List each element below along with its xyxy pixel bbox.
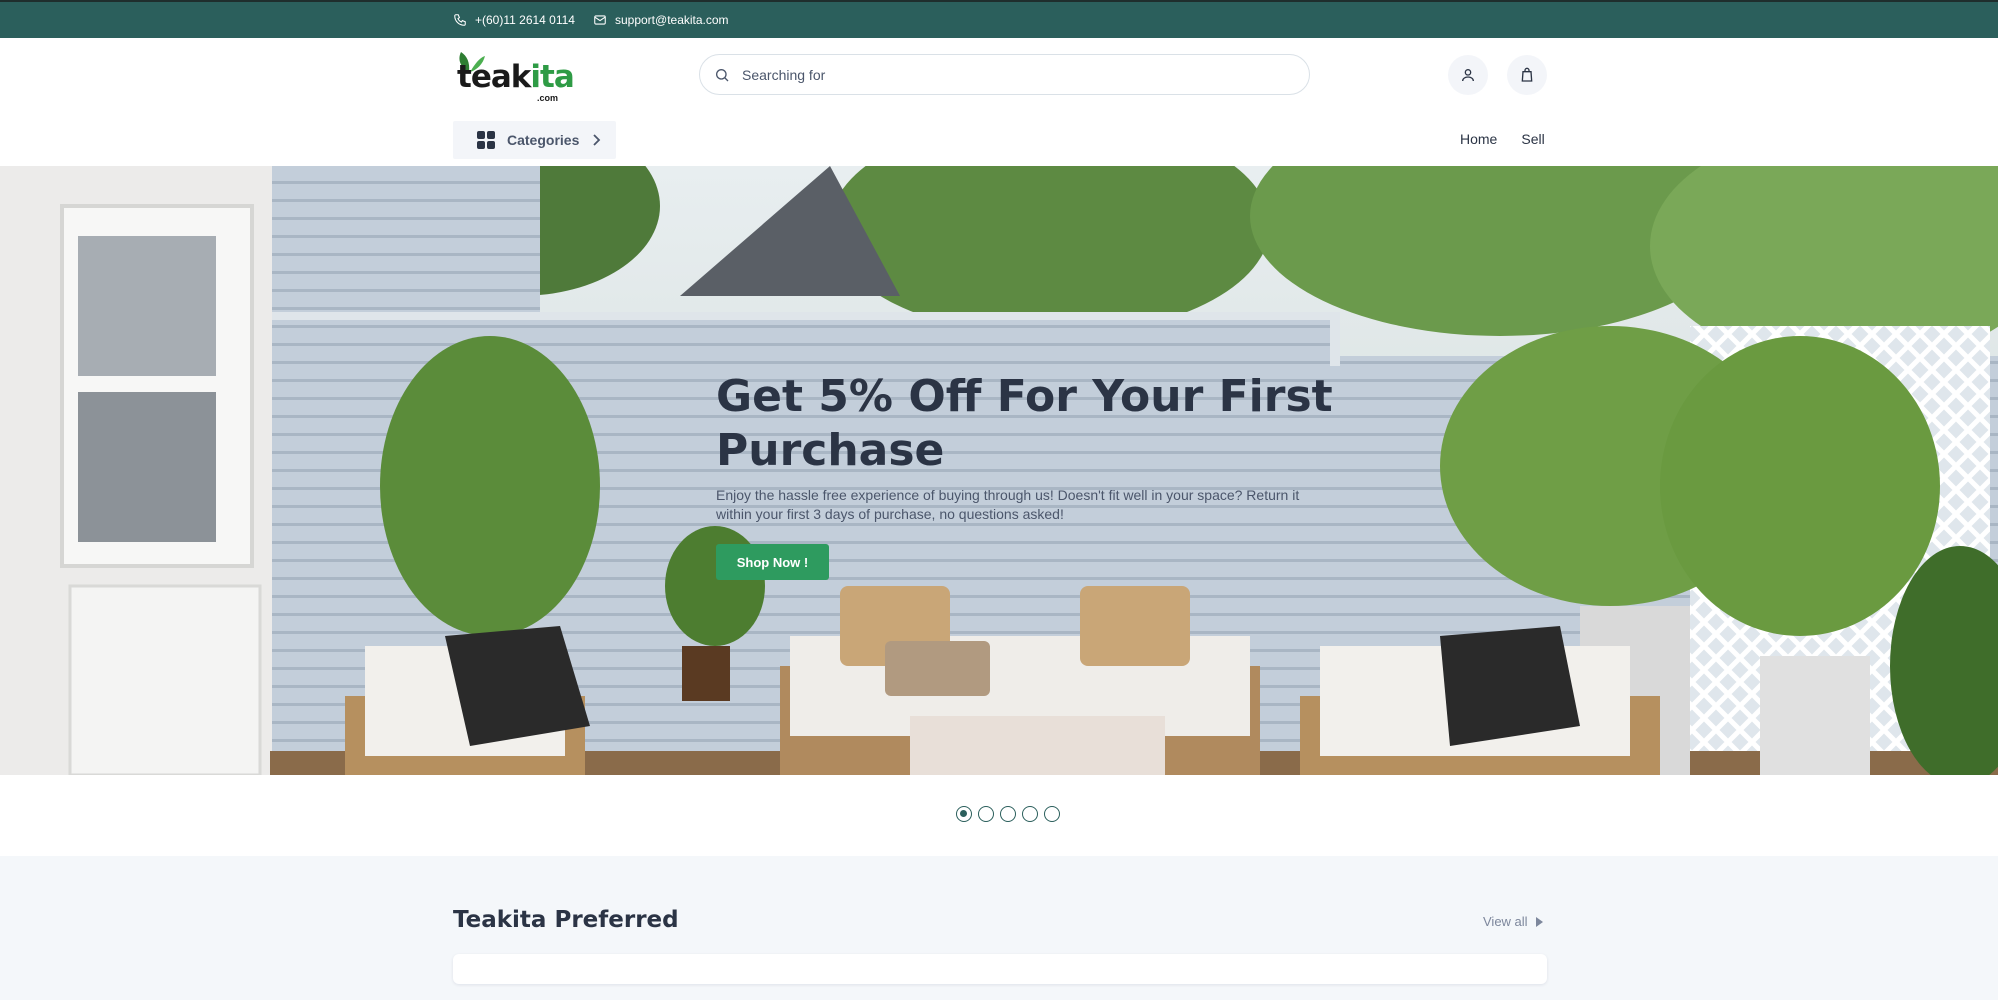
chevron-right-icon <box>593 134 601 146</box>
search-input[interactable] <box>742 66 1242 83</box>
teakita-logo[interactable]: teakita .com <box>453 50 575 103</box>
hero-banner: Get 5% Off For Your First Purchase Enjoy… <box>0 166 1998 775</box>
categories-label: Categories <box>507 132 580 148</box>
grid-icon <box>477 131 495 149</box>
shop-now-button[interactable]: Shop Now ! <box>716 544 829 580</box>
cart-button[interactable] <box>1507 55 1547 95</box>
carousel-dots <box>956 806 1060 822</box>
email-address: support@teakita.com <box>614 13 729 27</box>
user-icon <box>1462 69 1474 82</box>
account-button[interactable] <box>1448 55 1488 95</box>
phone-icon <box>454 14 466 26</box>
top-bar: +(60)11 2614 0114 support@teakita.com <box>0 0 1998 38</box>
main-nav: Home Sell <box>1460 131 1545 147</box>
hero-description: Enjoy the hassle free experience of buyi… <box>716 487 1300 522</box>
hero-content: Get 5% Off For Your First Purchase Enjoy… <box>716 370 1336 580</box>
contact-phone[interactable]: +(60)11 2614 0114 <box>453 13 575 27</box>
carousel-dot[interactable] <box>978 806 994 822</box>
carousel-dot[interactable] <box>1044 806 1060 822</box>
play-arrow-icon <box>1535 916 1543 927</box>
view-all-label: View all <box>1483 914 1528 929</box>
view-all-link[interactable]: View all <box>1483 914 1543 929</box>
section-title: Teakita Preferred <box>453 907 679 933</box>
categories-button[interactable]: Categories <box>453 121 616 159</box>
carousel-dot[interactable] <box>956 806 972 822</box>
mail-icon <box>594 15 606 25</box>
carousel-dot[interactable] <box>1022 806 1038 822</box>
product-carousel <box>453 954 1547 984</box>
shopping-bag-icon <box>1521 67 1533 82</box>
header: teakita .com Categories Home Sell <box>0 38 1998 166</box>
nav-sell[interactable]: Sell <box>1521 131 1544 147</box>
logo-domain: .com <box>537 93 559 103</box>
carousel-dot[interactable] <box>1000 806 1016 822</box>
search-icon <box>716 68 729 81</box>
preferred-section: Teakita Preferred View all <box>0 856 1998 1000</box>
search-bar[interactable] <box>699 54 1310 95</box>
phone-number: +(60)11 2614 0114 <box>475 13 575 27</box>
hero-title: Get 5% Off For Your First Purchase <box>716 371 1333 476</box>
contact-email[interactable]: support@teakita.com <box>593 13 729 27</box>
nav-home[interactable]: Home <box>1460 131 1497 147</box>
logo-wordmark: teakita <box>457 59 575 95</box>
